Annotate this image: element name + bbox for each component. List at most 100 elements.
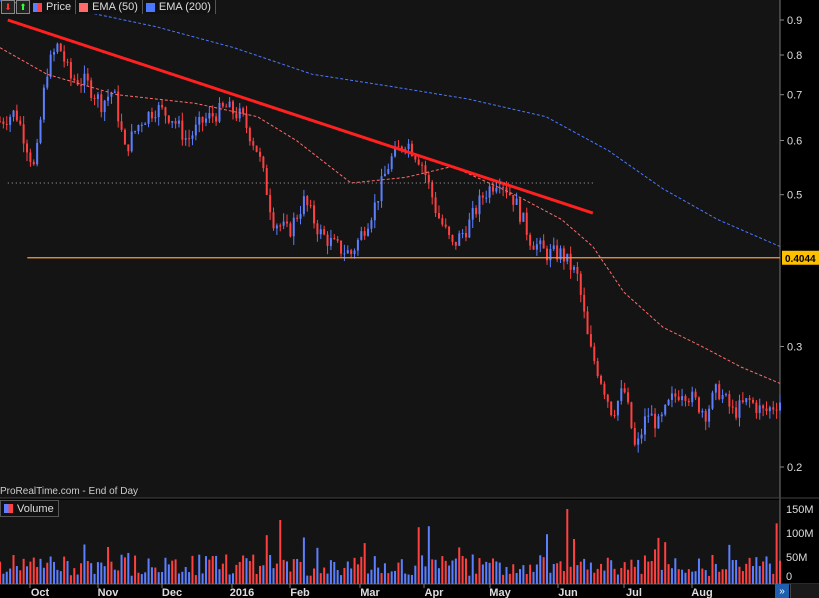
volume-bar <box>110 561 113 584</box>
candle-body <box>346 250 349 254</box>
volume-bar <box>387 573 390 584</box>
volume-bar <box>323 567 326 584</box>
candle-body <box>576 266 579 274</box>
volume-bar <box>772 573 775 584</box>
candle-body <box>93 97 96 99</box>
volume-bar <box>265 535 268 584</box>
volume-bar <box>22 558 25 584</box>
price-chart[interactable]: 0.9 0.8 0.7 0.6 0.5 0.3 0.2 0.4044 150M 100M 50M 0 O… <box>0 0 819 598</box>
volume-legend[interactable]: Volume <box>0 500 59 517</box>
volume-bar <box>2 573 5 584</box>
volume-bar <box>383 563 386 584</box>
volume-bar <box>39 558 42 584</box>
volume-bar <box>407 574 410 584</box>
candle-body <box>292 217 295 237</box>
volume-bar <box>674 558 677 584</box>
volume-bar <box>117 570 120 584</box>
candle-body <box>768 407 771 412</box>
volume-bar <box>198 554 201 584</box>
volume-bar <box>751 566 754 584</box>
volume-bar <box>346 561 349 584</box>
price-swatch-icon <box>33 2 42 12</box>
volume-bar <box>228 574 231 584</box>
volume-bar <box>593 572 596 584</box>
legend-ema200[interactable]: EMA (200) <box>142 0 216 14</box>
volume-bar <box>768 563 771 584</box>
volume-bar <box>326 573 329 584</box>
volume-bar <box>225 554 228 584</box>
volume-bar <box>80 563 83 584</box>
volume-bar <box>657 537 660 584</box>
candle-body <box>228 101 231 108</box>
volume-bar <box>32 557 35 584</box>
volume-bar <box>73 568 76 584</box>
candle-body <box>363 231 366 236</box>
price-pane <box>0 0 780 498</box>
x-month-label: Jun <box>558 587 578 598</box>
volume-bar <box>697 558 700 584</box>
candle-body <box>691 391 694 403</box>
legend-ema50[interactable]: EMA (50) <box>76 0 143 14</box>
volume-bar <box>522 565 525 584</box>
volume-bar <box>654 549 657 584</box>
candle-body <box>36 142 39 165</box>
volume-bar <box>758 566 761 584</box>
candle-body <box>350 250 353 255</box>
volume-bar <box>444 560 447 584</box>
volume-bar <box>100 562 103 584</box>
candle-body <box>29 152 32 162</box>
volume-bar <box>350 568 353 584</box>
volume-bar <box>481 564 484 584</box>
candle-body <box>765 408 768 412</box>
candle-body <box>201 117 204 123</box>
x-month-label: Dec <box>162 587 182 598</box>
candle-body <box>488 186 491 198</box>
volume-bar <box>15 566 18 584</box>
candle-body <box>181 120 184 140</box>
volume-bar <box>103 566 106 584</box>
candle-body <box>735 407 738 418</box>
candle-body <box>431 182 434 198</box>
candle-body <box>373 202 376 221</box>
candle-body <box>313 205 316 224</box>
volume-bar <box>562 571 565 584</box>
candle-body <box>718 384 721 400</box>
y-tick-label: 0.7 <box>787 90 802 102</box>
volume-bar <box>66 560 69 584</box>
scroll-end-box[interactable] <box>790 584 819 598</box>
candle-body <box>73 78 76 81</box>
volume-bar <box>188 572 191 584</box>
volume-bar <box>559 561 562 584</box>
candle-body <box>535 244 538 250</box>
volume-bar <box>556 563 559 584</box>
volume-bar <box>29 561 32 584</box>
volume-bar <box>42 567 45 584</box>
volume-bar <box>539 555 542 584</box>
candle-body <box>677 396 680 401</box>
y-tick-label: 0.6 <box>787 136 802 148</box>
legend-price[interactable]: Price <box>30 0 77 14</box>
candle-body <box>502 187 505 189</box>
down-arrow-icon[interactable]: ⬇ <box>1 0 15 14</box>
candle-body <box>464 232 467 238</box>
candle-body <box>161 105 164 108</box>
candle-body <box>495 187 498 192</box>
candle-body <box>603 383 606 395</box>
candle-body <box>627 392 630 403</box>
candle-body <box>154 117 157 119</box>
candle-body <box>687 400 690 403</box>
volume-bar <box>667 564 670 584</box>
candle-body <box>150 111 153 119</box>
up-arrow-icon[interactable]: ⬆ <box>16 0 30 14</box>
volume-bar <box>26 566 29 584</box>
scroll-right-icon[interactable]: » <box>775 584 789 598</box>
candle-body <box>390 156 393 170</box>
candle-body <box>485 197 488 199</box>
volume-bar <box>741 571 744 584</box>
candle-body <box>724 394 727 396</box>
volume-bar <box>360 556 363 584</box>
volume-bar <box>154 567 157 584</box>
candle-body <box>353 250 356 255</box>
volume-bar <box>86 561 89 584</box>
candle-body <box>69 62 72 79</box>
